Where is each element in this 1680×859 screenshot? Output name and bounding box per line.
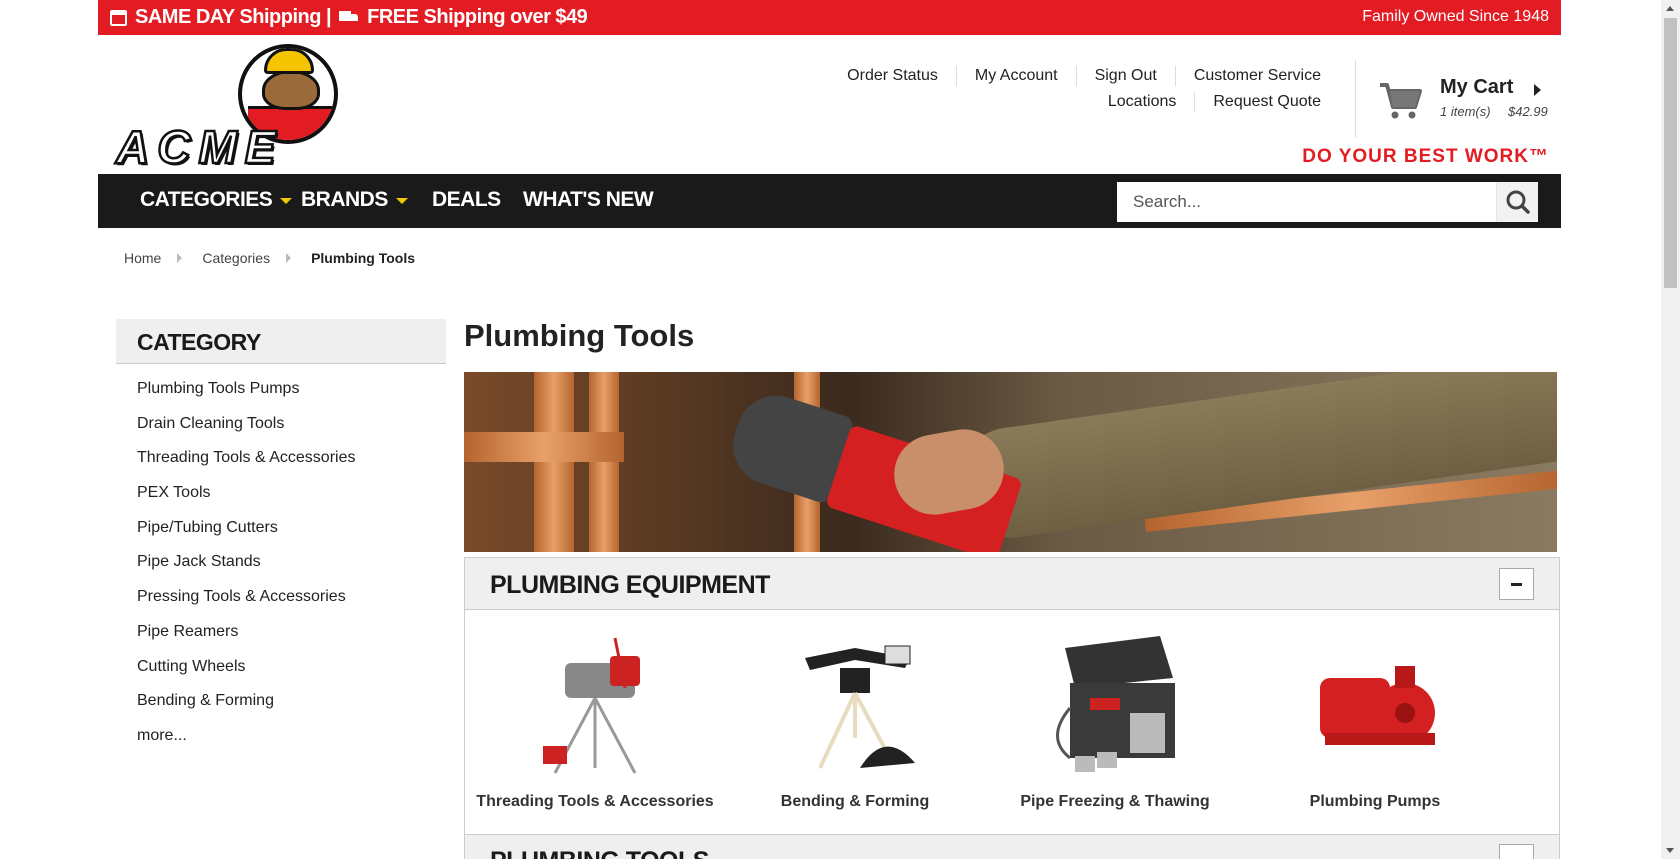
pipe-freezer-image	[1056, 636, 1175, 772]
sidebar-item-plumbing-tools-pumps[interactable]: Plumbing Tools Pumps	[137, 379, 446, 414]
chevron-down-icon	[280, 198, 293, 204]
scrollbar-thumb[interactable]	[1664, 18, 1677, 288]
shipping-promo[interactable]: SAME DAY Shipping | FREE Shipping over $…	[110, 6, 588, 29]
cart-title: My Cart	[1440, 76, 1514, 98]
nav-categories-label: CATEGORIES	[140, 188, 273, 211]
utility-links-row-2: Locations Request Quote	[829, 92, 1321, 112]
product-card[interactable]: Threading Tools & Accessories	[465, 628, 725, 811]
product-name: Bending & Forming	[780, 793, 930, 810]
calendar-icon	[110, 9, 127, 26]
panel-title: PLUMBING EQUIPMENT	[490, 571, 770, 599]
product-card[interactable]: Pipe Freezing & Thawing	[985, 628, 1245, 811]
sidebar-item-pipe-tubing-cutters[interactable]: Pipe/Tubing Cutters	[137, 518, 446, 553]
breadcrumb-home[interactable]: Home	[124, 250, 161, 266]
sidebar-item-pex-tools[interactable]: PEX Tools	[137, 483, 446, 518]
sidebar-item-cutting-wheels[interactable]: Cutting Wheels	[137, 657, 446, 692]
family-owned-text: Family Owned Since 1948	[1362, 8, 1549, 25]
breadcrumb-current: Plumbing Tools	[311, 250, 416, 266]
sidebar-item-pipe-jack-stands[interactable]: Pipe Jack Stands	[137, 552, 446, 587]
sidebar-item-drain-cleaning-tools[interactable]: Drain Cleaning Tools	[137, 414, 446, 449]
page-scrollbar[interactable]	[1661, 0, 1680, 859]
plumbing-equipment-panel: PLUMBING EQUIPMENT Threading Tools & Acc…	[464, 557, 1560, 857]
tagline: DO YOUR BEST WORK™	[1302, 146, 1549, 167]
category-sidebar: CATEGORY Plumbing Tools Pumps Drain Clea…	[116, 319, 446, 761]
my-cart[interactable]: My Cart 1 item(s) $42.99	[1378, 76, 1558, 124]
sidebar-item-threading-tools[interactable]: Threading Tools & Accessories	[137, 448, 446, 483]
sidebar-item-pipe-reamers[interactable]: Pipe Reamers	[137, 622, 446, 657]
product-name: Threading Tools & Accessories	[476, 793, 714, 810]
sidebar-more-link[interactable]: more...	[137, 726, 446, 761]
scroll-up-icon[interactable]	[1666, 6, 1674, 11]
customer-service-link[interactable]: Customer Service	[1174, 66, 1321, 86]
pipe-bender-image	[805, 645, 915, 769]
product-name: Plumbing Pumps	[1309, 793, 1441, 810]
nav-brands-label: BRANDS	[301, 188, 388, 211]
order-status-link[interactable]: Order Status	[829, 66, 956, 86]
acme-tools-logo[interactable]: ACME TOOLS	[115, 40, 468, 228]
chevron-right-icon	[286, 253, 292, 263]
breadcrumb-categories[interactable]: Categories	[202, 250, 270, 266]
product-grid: Threading Tools & Accessories Bending & …	[465, 610, 1559, 811]
nav-brands[interactable]: BRANDS	[301, 188, 408, 212]
my-account-link[interactable]: My Account	[955, 66, 1076, 86]
sidebar-item-bending-forming[interactable]: Bending & Forming	[137, 691, 446, 726]
category-banner-image	[464, 372, 1557, 552]
collapse-button[interactable]	[1499, 568, 1534, 600]
nav-categories[interactable]: CATEGORIES	[140, 188, 293, 212]
free-shipping-text: FREE Shipping over $49	[367, 6, 588, 28]
product-card[interactable]: Plumbing Pumps	[1245, 628, 1505, 811]
main-nav: CATEGORIES BRANDS DEALS WHAT'S NEW	[98, 174, 1561, 228]
sidebar-heading: CATEGORY	[116, 319, 446, 364]
utility-links: Order Status My Account Sign Out Custome…	[829, 66, 1321, 112]
panel-heading: PLUMBING EQUIPMENT	[465, 558, 1559, 610]
page-title: Plumbing Tools	[464, 318, 695, 353]
truck-icon	[339, 10, 359, 25]
promo-bar: SAME DAY Shipping | FREE Shipping over $…	[98, 0, 1561, 35]
nav-whats-new-label: WHAT'S NEW	[523, 188, 654, 211]
category-list: Plumbing Tools Pumps Drain Cleaning Tool…	[116, 364, 446, 761]
same-day-shipping-text: SAME DAY Shipping |	[135, 6, 332, 28]
scroll-down-icon[interactable]	[1666, 848, 1674, 853]
request-quote-link[interactable]: Request Quote	[1194, 92, 1321, 112]
cart-caret-icon	[1534, 84, 1541, 96]
shopping-cart-icon	[1380, 83, 1422, 119]
minus-icon	[1511, 582, 1522, 586]
nav-deals-label: DEALS	[432, 188, 501, 211]
main-content: Plumbing Tools PLUMBING EQUIPMENT Thread…	[464, 318, 1560, 859]
cart-total: $42.99	[1508, 104, 1548, 119]
product-name: Pipe Freezing & Thawing	[1020, 793, 1210, 810]
chevron-down-icon	[395, 198, 408, 204]
nav-whats-new[interactable]: WHAT'S NEW	[523, 188, 654, 212]
collapse-button[interactable]	[1499, 844, 1534, 859]
utility-links-row-1: Order Status My Account Sign Out Custome…	[829, 66, 1321, 86]
nav-deals[interactable]: DEALS	[432, 188, 501, 212]
chevron-right-icon	[177, 253, 183, 263]
search-icon	[1506, 190, 1530, 214]
search-button[interactable]	[1496, 182, 1538, 222]
search-box	[1117, 182, 1538, 222]
product-card[interactable]: Bending & Forming	[725, 628, 985, 811]
locations-link[interactable]: Locations	[1090, 92, 1195, 112]
plumbing-tools-panel: PLUMBING TOOLS	[464, 834, 1560, 859]
breadcrumb: Home Categories Plumbing Tools	[124, 250, 415, 266]
sign-out-link[interactable]: Sign Out	[1075, 66, 1175, 86]
panel-title: PLUMBING TOOLS	[465, 835, 1559, 859]
cart-item-count: 1 item(s)	[1440, 104, 1491, 119]
plumbing-pump-image	[1320, 666, 1435, 745]
cart-divider	[1355, 60, 1356, 138]
pipe-threader-image	[543, 637, 640, 774]
search-input[interactable]	[1117, 182, 1495, 222]
sidebar-item-pressing-tools[interactable]: Pressing Tools & Accessories	[137, 587, 446, 622]
